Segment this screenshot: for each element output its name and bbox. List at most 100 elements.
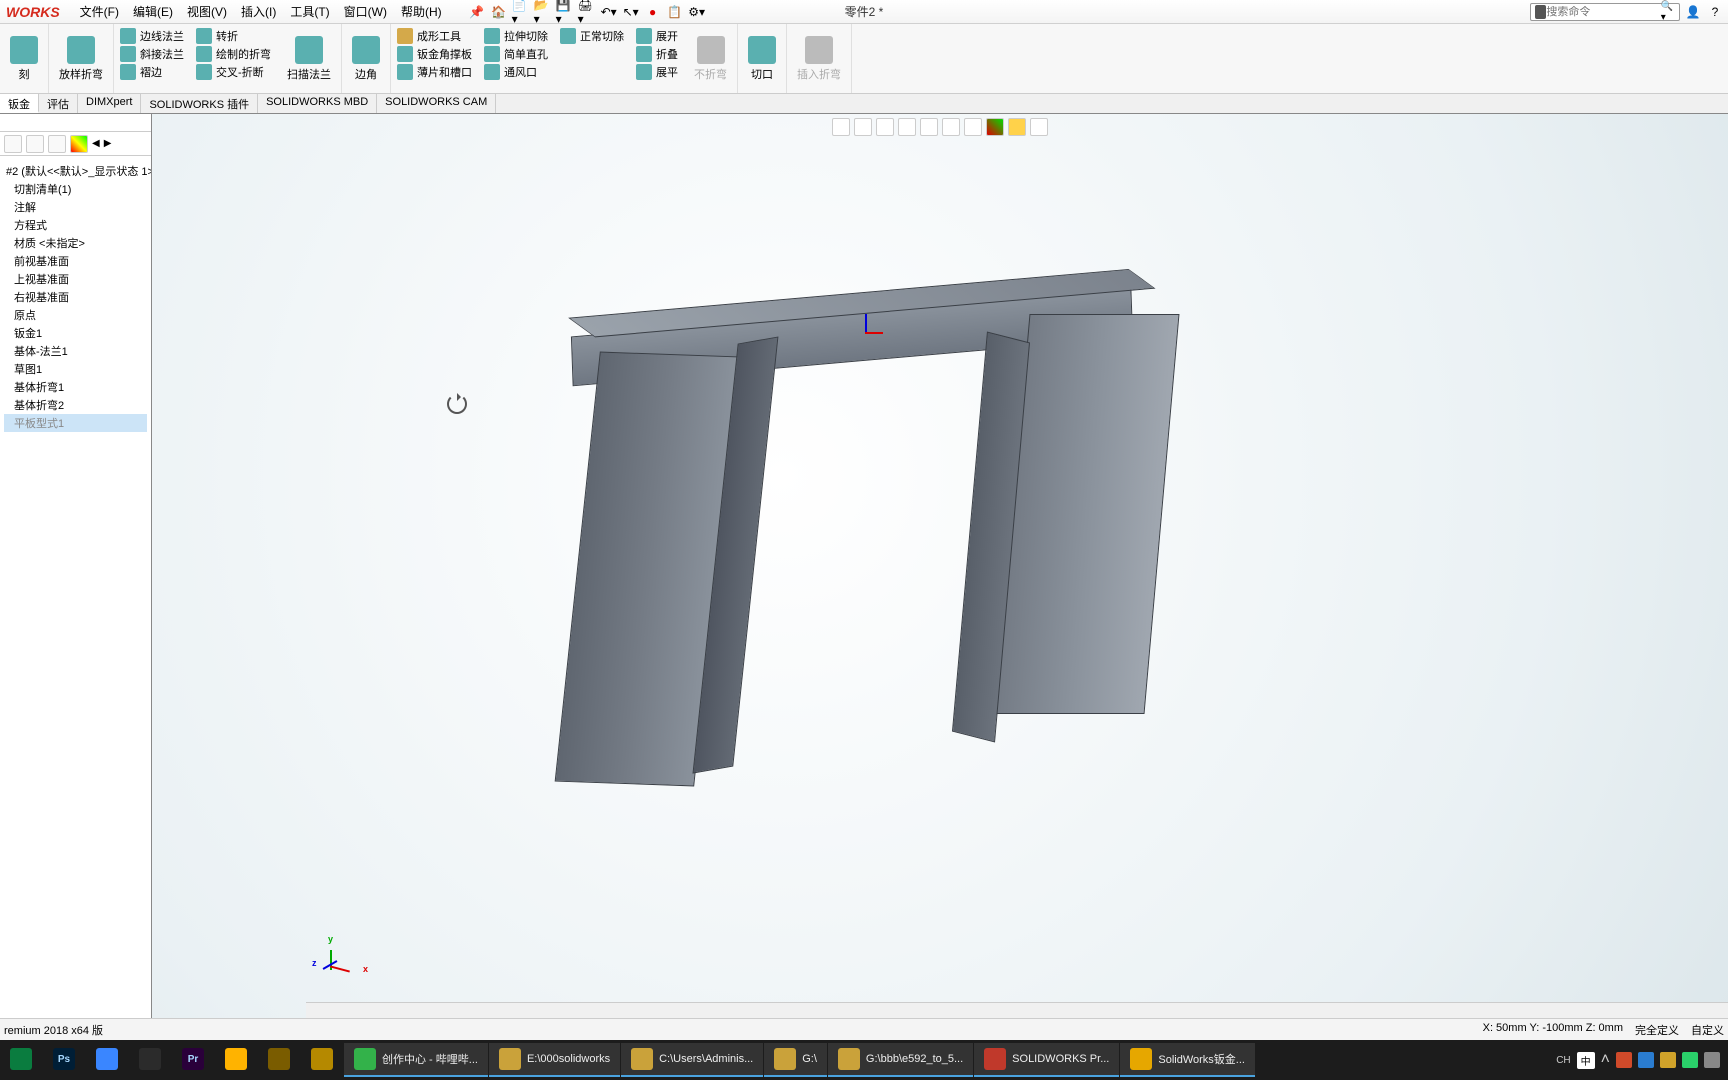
vp-scene-icon[interactable]	[1008, 118, 1026, 136]
taskbar-item[interactable]: C:\Users\Adminis...	[621, 1043, 763, 1077]
btn-lofted-bend[interactable]: 放样折弯	[53, 34, 109, 84]
btn-edge-flange[interactable]: 边线法兰	[120, 28, 184, 44]
tree-item[interactable]: 右视基准面	[4, 288, 147, 306]
tree-root[interactable]: #2 (默认<<默认>_显示状态 1>)	[4, 162, 147, 180]
print-icon[interactable]: 🖨▾	[578, 3, 596, 21]
taskbar-item[interactable]: Ps	[43, 1043, 85, 1077]
tree-item[interactable]: 基体折弯2	[4, 396, 147, 414]
tray-icon[interactable]	[1616, 1052, 1632, 1068]
btn-unfold[interactable]: 展开	[636, 28, 678, 44]
btn-rip[interactable]: 切口	[742, 34, 782, 84]
panel-tab-tree-icon[interactable]	[4, 135, 22, 153]
feature-tree[interactable]: #2 (默认<<默认>_显示状态 1>) 切割清单(1) 注解 方程式 材质 <…	[0, 156, 151, 1018]
btn-simple-hole[interactable]: 简单直孔	[484, 46, 548, 62]
vp-section-icon[interactable]	[898, 118, 916, 136]
tree-item-selected[interactable]: 平板型式1	[4, 414, 147, 432]
btn-normal-cut[interactable]: 正常切除	[560, 28, 624, 44]
tab-dimxpert[interactable]: DIMXpert	[78, 94, 141, 113]
btn-miter-flange[interactable]: 斜接法兰	[120, 46, 184, 62]
options-icon[interactable]: 📋	[666, 3, 684, 21]
tree-item[interactable]: 上视基准面	[4, 270, 147, 288]
tree-item[interactable]: 基体折弯1	[4, 378, 147, 396]
pin-icon[interactable]: 📌	[468, 3, 486, 21]
status-custom[interactable]: 自定义	[1691, 1022, 1724, 1038]
menu-edit[interactable]: 编辑(E)	[127, 1, 179, 22]
taskbar-item[interactable]: 创作中心 - 哔哩哔...	[344, 1043, 488, 1077]
taskbar-item[interactable]	[129, 1043, 171, 1077]
taskbar-item[interactable]	[86, 1043, 128, 1077]
menu-insert[interactable]: 插入(I)	[235, 1, 282, 22]
vp-zoom-fit-icon[interactable]	[832, 118, 850, 136]
tree-item[interactable]: 注解	[4, 198, 147, 216]
tab-mbd[interactable]: SOLIDWORKS MBD	[258, 94, 377, 113]
panel-tab-left-icon[interactable]: ◀	[92, 138, 100, 149]
tree-item[interactable]: 材质 <未指定>	[4, 234, 147, 252]
vp-zoom-area-icon[interactable]	[854, 118, 872, 136]
menu-tools[interactable]: 工具(T)	[284, 1, 335, 22]
btn-flatten[interactable]: 展平	[636, 64, 678, 80]
menu-file[interactable]: 文件(F)	[74, 1, 125, 22]
taskbar-item[interactable]: SolidWorks钣金...	[1120, 1043, 1255, 1077]
new-icon[interactable]: 📄▾	[512, 3, 530, 21]
tree-item[interactable]: 草图1	[4, 360, 147, 378]
panel-tab-property-icon[interactable]	[26, 135, 44, 153]
btn-swept-flange[interactable]: 扫描法兰	[281, 34, 337, 84]
search-dropdown-icon[interactable]: 🔍▾	[1661, 1, 1675, 23]
tray-icon[interactable]	[1638, 1052, 1654, 1068]
model-right-leg[interactable]	[995, 314, 1180, 714]
tree-item[interactable]: 原点	[4, 306, 147, 324]
rebuild-icon[interactable]: ●	[644, 3, 662, 21]
btn-corner[interactable]: 边角	[346, 34, 386, 84]
vp-appearance-icon[interactable]	[986, 118, 1004, 136]
btn-hem[interactable]: 褶边	[120, 64, 184, 80]
panel-tab-right-icon[interactable]: ▶	[104, 138, 112, 149]
taskbar-item[interactable]: E:\000solidworks	[489, 1043, 620, 1077]
btn-vent[interactable]: 通风口	[484, 64, 548, 80]
open-icon[interactable]: 📂▾	[534, 3, 552, 21]
panel-tab-config-icon[interactable]	[48, 135, 66, 153]
vp-display-style-icon[interactable]	[942, 118, 960, 136]
btn-cross-break[interactable]: 交叉-折断	[196, 64, 271, 80]
menu-view[interactable]: 视图(V)	[181, 1, 233, 22]
taskbar-item[interactable]	[215, 1043, 257, 1077]
btn-ke[interactable]: 刻	[4, 34, 44, 84]
vp-hide-show-icon[interactable]	[964, 118, 982, 136]
settings-icon[interactable]: ⚙▾	[688, 3, 706, 21]
vp-view-orient-icon[interactable]	[920, 118, 938, 136]
panel-tab-display-icon[interactable]	[70, 135, 88, 153]
btn-fold[interactable]: 折叠	[636, 46, 678, 62]
btn-extruded-cut[interactable]: 拉伸切除	[484, 28, 548, 44]
tab-addins[interactable]: SOLIDWORKS 插件	[141, 94, 258, 113]
tree-item[interactable]: 切割清单(1)	[4, 180, 147, 198]
btn-forming-tool[interactable]: 成形工具	[397, 28, 472, 44]
undo-icon[interactable]: ↶▾	[600, 3, 618, 21]
tray-icon[interactable]	[1660, 1052, 1676, 1068]
home-icon[interactable]: 🏠	[490, 3, 508, 21]
vp-prev-view-icon[interactable]	[876, 118, 894, 136]
viewport-bottom-scrollbar[interactable]	[306, 1002, 1728, 1018]
btn-gusset[interactable]: 钣金角撑板	[397, 46, 472, 62]
3d-model[interactable]	[532, 264, 1282, 824]
btn-sketched-bend[interactable]: 绘制的折弯	[196, 46, 271, 62]
taskbar-item[interactable]	[0, 1043, 42, 1077]
search-input[interactable]	[1546, 6, 1660, 18]
select-icon[interactable]: ↖▾	[622, 3, 640, 21]
tree-item[interactable]: 钣金1	[4, 324, 147, 342]
taskbar-item[interactable]: Pr	[172, 1043, 214, 1077]
taskbar-item[interactable]: G:\	[764, 1043, 827, 1077]
menu-help[interactable]: 帮助(H)	[395, 1, 448, 22]
tray-icon[interactable]	[1682, 1052, 1698, 1068]
tray-icon[interactable]	[1704, 1052, 1720, 1068]
taskbar-item[interactable]: G:\bbb\e592_to_5...	[828, 1043, 973, 1077]
user-icon[interactable]: 👤	[1684, 3, 1702, 21]
model-left-leg[interactable]	[555, 352, 740, 787]
menu-window[interactable]: 窗口(W)	[338, 1, 393, 22]
tree-item[interactable]: 前视基准面	[4, 252, 147, 270]
tab-cam[interactable]: SOLIDWORKS CAM	[377, 94, 496, 113]
save-icon[interactable]: 💾▾	[556, 3, 574, 21]
tab-evaluate[interactable]: 评估	[39, 94, 78, 113]
help-icon[interactable]: ?	[1706, 3, 1724, 21]
tab-sheetmetal[interactable]: 钣金	[0, 94, 39, 113]
command-search[interactable]: 🔍▾	[1530, 3, 1680, 21]
tray-chevron-icon[interactable]: ˄	[1601, 1051, 1610, 1069]
